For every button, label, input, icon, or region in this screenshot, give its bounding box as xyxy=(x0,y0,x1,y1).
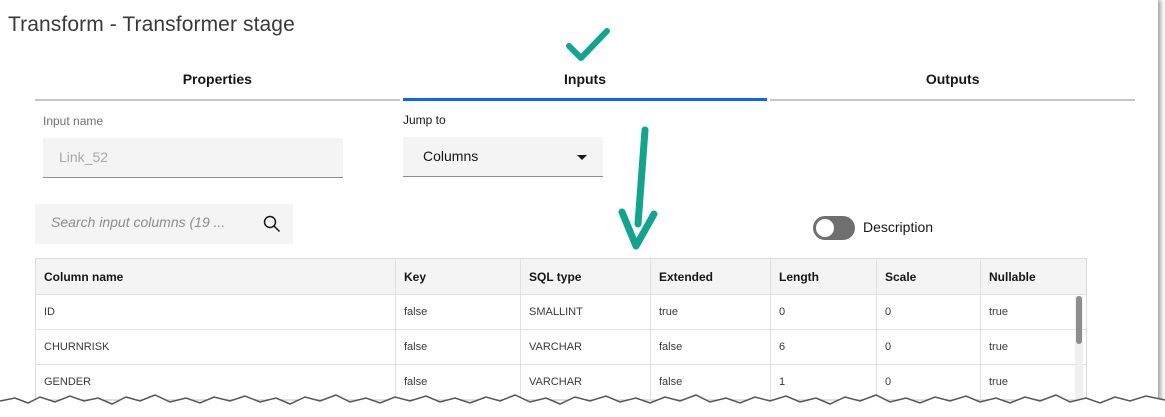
tab-properties[interactable]: Properties xyxy=(35,62,400,101)
jump-to-select[interactable]: Columns xyxy=(403,137,603,177)
cell-extended: true xyxy=(651,295,771,329)
cell-nullable: true xyxy=(989,341,1008,353)
description-toggle[interactable] xyxy=(813,216,855,240)
torn-edge-decoration xyxy=(0,394,1165,417)
header-scale[interactable]: Scale xyxy=(877,259,981,294)
input-name-label: Input name xyxy=(43,114,104,128)
header-nullable[interactable]: Nullable xyxy=(981,259,1086,294)
cell-scale: 0 xyxy=(877,330,981,364)
tab-bar: Properties Inputs Outputs xyxy=(35,62,1136,102)
jump-to-label: Jump to xyxy=(403,113,446,127)
search-icon[interactable] xyxy=(263,215,281,233)
dialog-frame: Transform - Transformer stage Properties… xyxy=(0,0,1158,417)
cell-key: false xyxy=(396,295,521,329)
tab-inputs[interactable]: Inputs xyxy=(402,62,768,101)
cell-sql-type: SMALLINT xyxy=(521,295,651,329)
cell-nullable: true xyxy=(989,306,1008,318)
table-row[interactable]: CHURNRISK false VARCHAR false 6 0 true xyxy=(36,330,1086,365)
toggle-knob xyxy=(816,219,834,237)
cell-length: 6 xyxy=(771,330,877,364)
scrollbar-thumb[interactable] xyxy=(1076,296,1082,344)
cell-length: 0 xyxy=(771,295,877,329)
tab-outputs[interactable]: Outputs xyxy=(770,62,1136,101)
cell-column-name: CHURNRISK xyxy=(36,330,396,364)
down-arrow-annotation-icon xyxy=(618,126,658,250)
checkmark-annotation-icon xyxy=(566,28,610,61)
caret-down-icon xyxy=(577,155,587,160)
cell-sql-type: VARCHAR xyxy=(521,330,651,364)
page-title: Transform - Transformer stage xyxy=(8,13,295,36)
search-box xyxy=(35,204,293,244)
table-header-row: Column name Key SQL type Extended Length… xyxy=(36,259,1086,295)
cell-scale: 0 xyxy=(877,295,981,329)
cell-column-name: ID xyxy=(36,295,396,329)
input-name-field[interactable]: Link_52 xyxy=(43,138,343,178)
columns-table: Column name Key SQL type Extended Length… xyxy=(35,258,1087,401)
header-length[interactable]: Length xyxy=(771,259,877,294)
header-sql-type[interactable]: SQL type xyxy=(521,259,651,294)
header-column-name[interactable]: Column name xyxy=(36,259,396,294)
search-input[interactable] xyxy=(51,214,241,230)
header-key[interactable]: Key xyxy=(396,259,521,294)
cell-extended: false xyxy=(651,330,771,364)
cell-key: false xyxy=(396,330,521,364)
jump-to-value: Columns xyxy=(423,148,479,164)
table-row[interactable]: ID false SMALLINT true 0 0 true xyxy=(36,295,1086,330)
header-extended[interactable]: Extended xyxy=(651,259,771,294)
description-toggle-label: Description xyxy=(863,219,934,235)
